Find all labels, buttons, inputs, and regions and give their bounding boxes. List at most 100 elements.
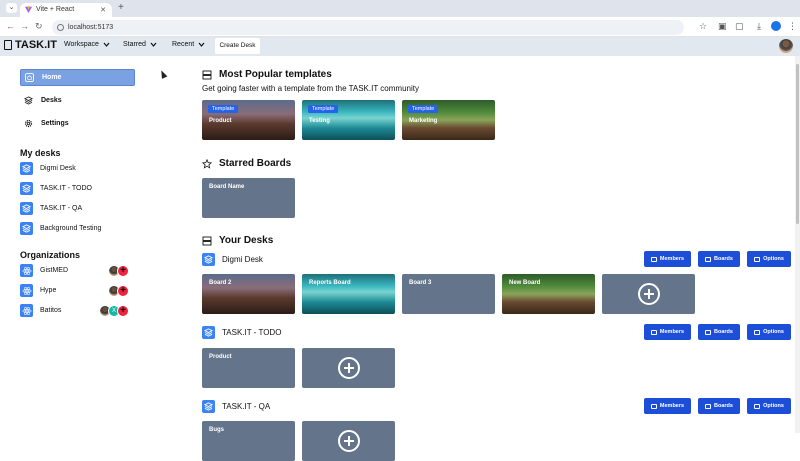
browser-tab[interactable]: Vite + React ✕ [20,3,112,17]
desk-header[interactable]: TASK.IT - QA [202,400,270,413]
options-button[interactable]: Options [747,324,791,340]
menu-icon[interactable]: ⋮ [788,21,797,32]
boards-icon [705,256,712,262]
add-member-icon[interactable]: + [117,305,129,317]
create-desk-button[interactable]: Create Desk [215,38,260,54]
sidebar-item-desks[interactable]: Desks [20,92,135,109]
main-content: Most Popular templates Get going faster … [180,56,800,461]
layers-icon [20,202,33,215]
board-card[interactable]: Product [202,348,295,388]
org-members: + [108,265,129,277]
sidebar-desk-item[interactable]: Background Testing [20,222,101,235]
board-name: Bugs [209,427,224,433]
button-label: Members [659,403,685,409]
members-icon [650,403,657,409]
boards-button[interactable]: Boards [698,398,740,414]
add-member-icon[interactable]: + [117,285,129,297]
members-button[interactable]: Members [644,398,691,414]
sidebar-org-item[interactable]: GistMED [20,264,68,277]
sidepanel-icon[interactable]: ▢ [735,21,744,32]
desk-header[interactable]: Digmi Desk [202,253,263,266]
site-info-icon[interactable] [57,24,64,31]
nav-label: Settings [41,120,69,127]
template-card[interactable]: Template Marketing [402,100,495,140]
board-card[interactable]: Board 2 [202,274,295,314]
plus-circle-icon [337,430,360,452]
sidebar-desk-item[interactable]: TASK.IT - QA [20,202,82,215]
popular-templates-subtitle: Get going faster with a template from th… [202,84,419,93]
chevron-down-icon [198,42,205,47]
profile-icon[interactable] [771,21,781,31]
boards-button[interactable]: Boards [698,251,740,267]
react-icon [20,284,33,297]
boards-icon [705,329,712,335]
back-icon[interactable]: ← [6,21,15,31]
desk-header[interactable]: TASK.IT - TODO [202,326,281,339]
board-card[interactable]: Board 3 [402,274,495,314]
vite-icon [25,6,32,13]
org-label: GistMED [40,267,68,274]
clipboard-icon [4,40,12,50]
menu-recent[interactable]: Recent [172,41,205,48]
options-button[interactable]: Options [747,251,791,267]
star-outline-icon [202,158,212,169]
menu-starred[interactable]: Starred [123,41,157,48]
starred-boards-heading: Starred Boards [202,158,291,169]
boards-button[interactable]: Boards [698,324,740,340]
url-field[interactable]: localhost:5173 [52,20,684,35]
layers-icon [20,182,33,195]
options-icon [754,256,761,262]
menu-label: Starred [123,41,146,48]
template-badge: Template [408,105,439,113]
sidebar: Home Desks Settings My desks Digmi Desk … [0,56,180,433]
forward-icon[interactable]: → [20,21,29,31]
add-board-button[interactable] [602,274,695,314]
scrollbar[interactable] [795,56,800,433]
desk-label: Digmi Desk [40,165,76,172]
boards-icon [705,403,712,409]
button-label: Members [659,329,685,335]
browser-tab-bar: ⌄ Vite + React ✕ + [0,0,800,17]
template-card[interactable]: Template Testing [302,100,395,140]
members-icon [650,256,657,262]
template-name: Testing [309,118,330,124]
close-tab-icon[interactable]: ✕ [100,6,106,14]
sidebar-item-settings[interactable]: Settings [20,115,135,132]
user-avatar[interactable] [779,39,793,53]
board-card[interactable]: Reports Board [302,274,395,314]
board-card[interactable]: New Board [502,274,595,314]
star-icon[interactable]: ☆ [699,21,707,32]
add-member-icon[interactable]: + [117,265,129,277]
template-card[interactable]: Template Product [202,100,295,140]
board-name: Reports Board [309,280,351,286]
scrollbar-thumb[interactable] [796,64,799,224]
nav-label: Desks [41,97,62,104]
tab-list-icon[interactable]: ⌄ [6,3,17,13]
template-name: Marketing [409,118,438,124]
members-button[interactable]: Members [644,324,691,340]
options-button[interactable]: Options [747,398,791,414]
board-card[interactable]: Bugs [202,421,295,461]
new-tab-icon[interactable]: + [118,2,124,13]
url-text: localhost:5173 [68,24,114,31]
sidebar-desk-item[interactable]: Digmi Desk [20,162,76,175]
menu-workspace[interactable]: Workspace [64,41,110,48]
add-board-button[interactable] [302,348,395,388]
react-icon [20,304,33,317]
tab-title: Vite + React [36,6,75,13]
sidebar-desk-item[interactable]: TASK.IT - TODO [20,182,92,195]
sidebar-item-home[interactable]: Home [20,69,135,86]
reload-icon[interactable]: ↻ [35,21,43,32]
add-board-button[interactable] [302,421,395,461]
button-label: Boards [714,329,733,335]
app-logo[interactable]: TASK.IT [4,39,57,51]
sidebar-org-item[interactable]: Batitos [20,304,61,317]
download-icon[interactable]: ⤓ [757,21,761,32]
members-button[interactable]: Members [644,251,691,267]
sidebar-org-item[interactable]: Hype [20,284,56,297]
starred-board-card[interactable]: Board Name [202,178,295,218]
extensions-icon[interactable]: ▣ [718,21,727,32]
desk-label: TASK.IT - TODO [40,185,92,192]
menu-label: Recent [172,41,195,48]
button-label: Options [763,329,784,335]
